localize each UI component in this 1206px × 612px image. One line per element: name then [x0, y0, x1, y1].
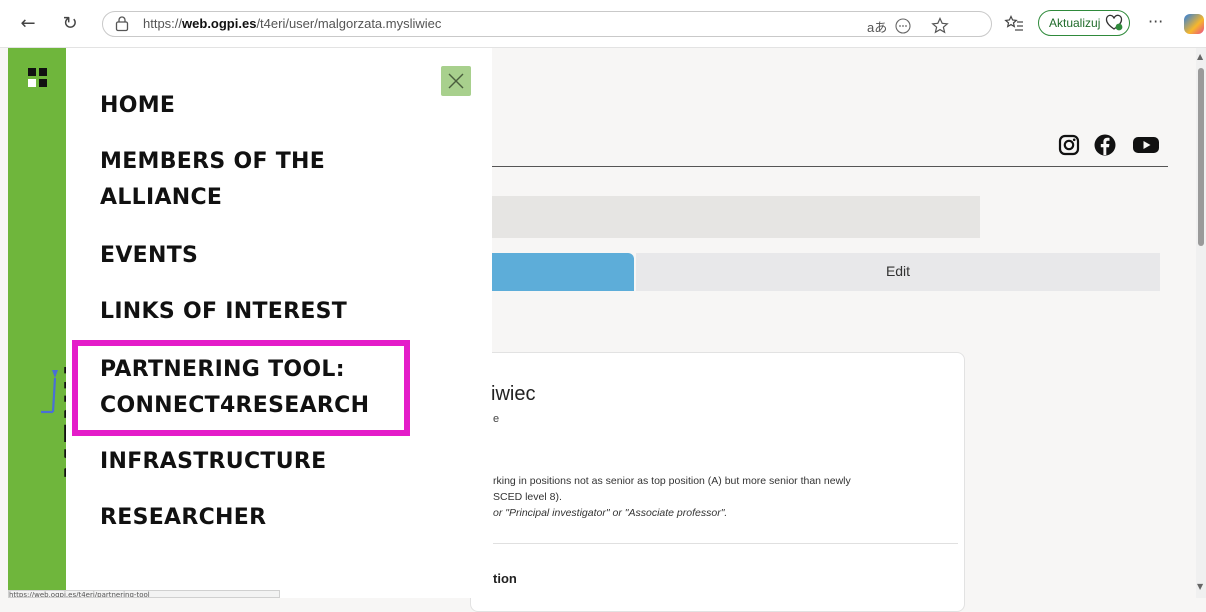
profile-subtitle: e [493, 413, 500, 425]
highlight-box [72, 340, 410, 436]
youtube-icon[interactable] [1132, 134, 1160, 156]
copilot-icon[interactable] [1184, 14, 1204, 34]
profile-description-line: SCED level 8). [493, 491, 562, 503]
status-bar-url: https://web.ogpi.es/t4eri/partnering-too… [8, 590, 280, 598]
menu-item-events[interactable]: EVENTS [100, 238, 198, 274]
instagram-icon[interactable] [1058, 134, 1080, 156]
profile-description-line: rking in positions not as senior as top … [493, 475, 851, 487]
header-divider [490, 166, 1168, 167]
scroll-thumb[interactable] [1198, 68, 1204, 246]
profile-name: iwiec [491, 383, 536, 405]
card-divider [493, 543, 958, 544]
close-icon [448, 73, 464, 89]
url-text[interactable]: https://web.ogpi.es/t4eri/user/malgorzat… [143, 16, 441, 31]
refresh-icon[interactable]: ↻ [60, 14, 80, 34]
tab-edit-label: Edit [885, 263, 911, 279]
close-menu-button[interactable] [441, 66, 471, 96]
menu-item-members-of-the-alliance[interactable]: MEMBERS OF THE ALLIANCE [100, 144, 325, 216]
profile-description-line: or "Principal investigator" or "Associat… [493, 507, 728, 519]
text-cursor-icon [41, 370, 58, 414]
menu-item-researcher[interactable]: RESEARCHER [100, 500, 266, 536]
menu-item-infrastructure[interactable]: INFRASTRUCTURE [100, 444, 326, 480]
site-logo[interactable] [28, 68, 48, 88]
menu-item-home[interactable]: HOME [100, 88, 175, 124]
facebook-icon[interactable] [1094, 134, 1116, 156]
search-bar-placeholder [490, 196, 980, 238]
page-info-icon[interactable] [115, 16, 129, 32]
tab-edit[interactable]: Edit [636, 253, 1160, 291]
scroll-up-arrow-icon[interactable]: ▲ [1197, 52, 1203, 61]
address-bar[interactable]: https://web.ogpi.es/t4eri/user/malgorzat… [102, 11, 992, 37]
menu-item-links-of-interest[interactable]: LINKS OF INTEREST [100, 294, 347, 330]
card-section-heading: tion [493, 571, 517, 586]
more-options-circle-icon[interactable] [895, 18, 911, 34]
tab-view[interactable] [490, 253, 634, 291]
favorites-list-icon[interactable] [1004, 15, 1024, 33]
browser-health-icon [1105, 14, 1123, 31]
update-button[interactable]: Aktualizuj [1038, 10, 1130, 36]
settings-more-button[interactable]: ··· [1148, 12, 1163, 31]
page-scrollbar[interactable]: ▲ ▼ [1196, 48, 1206, 598]
favorite-star-icon[interactable] [931, 17, 949, 35]
update-label: Aktualizuj [1049, 16, 1101, 30]
read-aloud-icon[interactable]: aあ [867, 17, 887, 36]
profile-card: iwiec e rking in positions not as senior… [470, 352, 965, 612]
scroll-down-arrow-icon[interactable]: ▼ [1197, 582, 1203, 591]
browser-toolbar: ← ↻ https://web.ogpi.es/t4eri/user/malgo… [0, 0, 1206, 48]
menu-panel: HOME MEMBERS OF THE ALLIANCE EVENTS LINKS… [66, 48, 492, 598]
back-arrow-icon[interactable]: ← [18, 14, 38, 34]
